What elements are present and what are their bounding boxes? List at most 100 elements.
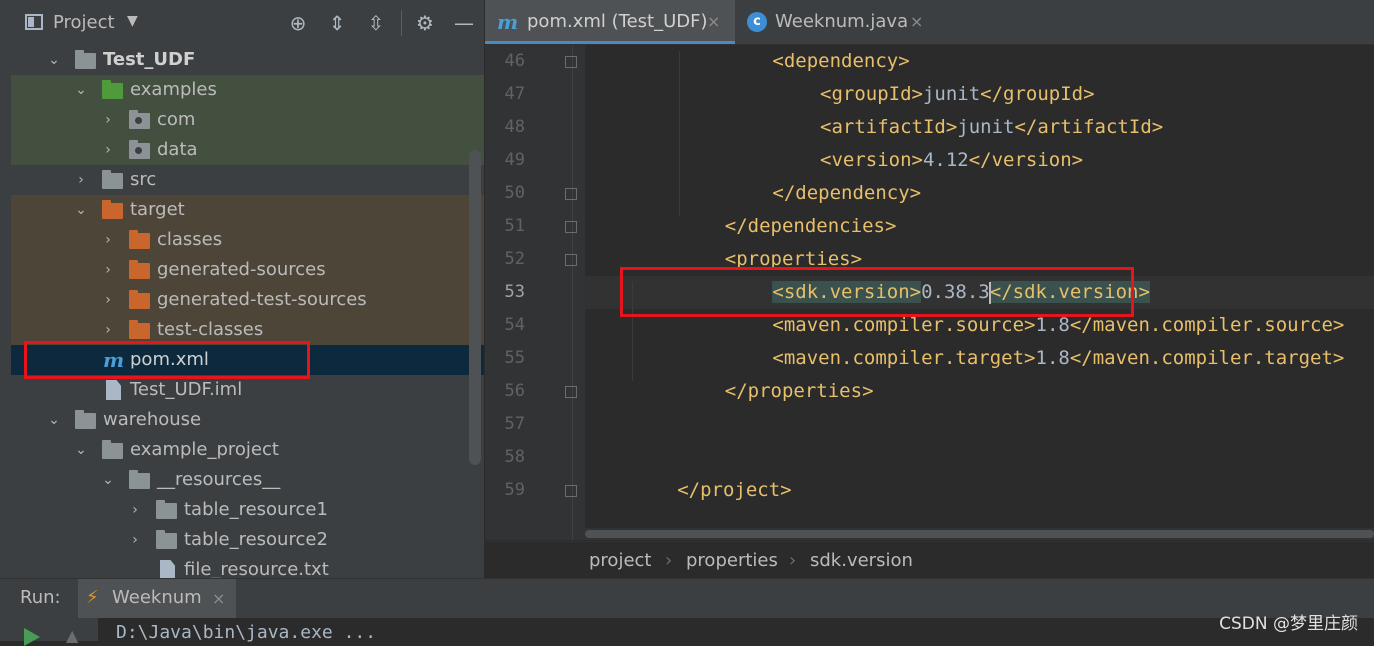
xml-tag: </groupId> <box>980 83 1095 105</box>
run-tab-label: Weeknum <box>112 587 202 608</box>
folder-icon <box>156 500 177 519</box>
tree-item-label: com <box>157 109 196 130</box>
tree-item-test-udf[interactable]: ⌄ Test_UDF <box>11 45 473 75</box>
tab-label: Weeknum.java <box>775 11 909 32</box>
tree-item-test-udf-iml[interactable]: Test_UDF.iml <box>11 375 473 405</box>
watermark: CSDN @梦里庄颜 <box>1219 614 1358 634</box>
close-icon[interactable]: × <box>707 0 720 44</box>
tree-item-file-resource[interactable]: file_resource.txt <box>11 555 473 578</box>
xml-tag: <maven.compiler.target> <box>772 347 1036 369</box>
tree-item-src[interactable]: › src <box>11 165 473 195</box>
tree-item-com[interactable]: › com <box>11 105 473 135</box>
indent-guide <box>679 51 681 216</box>
package-icon <box>129 110 150 129</box>
tree-item-generated-sources[interactable]: › generated-sources <box>11 255 473 285</box>
chevron-right-icon[interactable]: › <box>99 105 117 135</box>
xml-tag: <dependency> <box>772 50 910 72</box>
excluded-folder-icon <box>129 230 150 249</box>
folder-icon <box>102 170 123 189</box>
code-line: <groupId>junit</groupId> <box>820 83 1095 105</box>
run-tab-weeknum[interactable]: ⚡ Weeknum × <box>78 579 236 619</box>
annotation-box-pom <box>24 341 310 379</box>
tree-item-label: classes <box>157 229 223 250</box>
tree-item-data[interactable]: › data <box>11 135 473 165</box>
minimize-icon[interactable]: — <box>452 10 476 36</box>
chevron-down-icon[interactable]: ⌄ <box>99 465 117 495</box>
chevron-down-icon[interactable]: ⌄ <box>45 405 63 435</box>
close-icon[interactable]: × <box>212 589 225 608</box>
project-panel-title[interactable]: Project <box>53 12 115 33</box>
collapse-all-icon[interactable]: ⇳ <box>364 10 388 36</box>
xml-tag: </artifactId> <box>1014 116 1164 138</box>
tree-item-label: warehouse <box>103 409 202 430</box>
chevron-right-icon[interactable]: › <box>99 255 117 285</box>
close-icon[interactable]: × <box>910 0 923 44</box>
tab-weeknum-java[interactable]: Weeknum.java × <box>740 0 940 44</box>
chevron-right-icon[interactable]: › <box>126 495 144 525</box>
xml-tag: </properties> <box>724 380 874 402</box>
breadcrumb-item-project[interactable]: project <box>589 542 651 579</box>
folder-icon <box>156 530 177 549</box>
xml-tag: <version> <box>820 149 923 171</box>
tree-item-label: data <box>157 139 198 160</box>
tab-label: pom.xml (Test_UDF) <box>527 11 708 32</box>
tree-item-label: generated-sources <box>157 259 326 280</box>
tree-item-label: Test_UDF.iml <box>130 379 243 400</box>
chevron-down-icon[interactable]: ⌄ <box>72 435 90 465</box>
chevron-down-icon[interactable]: ▼ <box>127 13 138 29</box>
tab-pom-xml[interactable]: m pom.xml (Test_UDF) × <box>485 0 735 44</box>
chevron-right-icon[interactable]: › <box>126 525 144 555</box>
chevron-right-icon[interactable]: › <box>99 135 117 165</box>
chevron-down-icon[interactable]: ⌄ <box>72 75 90 105</box>
code-line: </properties> <box>725 380 874 402</box>
tree-item-example-project[interactable]: ⌄ example_project <box>11 435 473 465</box>
gear-icon[interactable]: ⚙ <box>413 10 437 36</box>
tree-item-generated-test-sources[interactable]: › generated-test-sources <box>11 285 473 315</box>
tree-item-label: __resources__ <box>157 469 281 490</box>
tree-item-label: table_resource2 <box>184 529 328 550</box>
chevron-right-icon[interactable]: › <box>99 285 117 315</box>
chevron-down-icon[interactable]: ⌄ <box>45 45 63 75</box>
excluded-folder-icon <box>129 320 150 339</box>
code-line: <version>4.12</version> <box>820 149 1083 171</box>
tree-item-label: example_project <box>130 439 279 460</box>
run-output-text: D:\Java\bin\java.exe ... <box>116 622 377 643</box>
target-icon[interactable]: ⊕ <box>286 10 310 36</box>
xml-tag: </dependencies> <box>724 215 897 237</box>
folder-icon <box>102 440 123 459</box>
breadcrumb-item-sdk-version[interactable]: sdk.version <box>810 542 913 579</box>
tree-item-classes[interactable]: › classes <box>11 225 473 255</box>
xml-text: 1.8 <box>1035 314 1070 336</box>
scrollbar-thumb[interactable] <box>585 530 1374 538</box>
folder-icon <box>129 470 150 489</box>
breadcrumb-separator: › <box>789 550 797 571</box>
tree-item-resources[interactable]: ⌄ __resources__ <box>11 465 473 495</box>
tree-item-table-resource2[interactable]: › table_resource2 <box>11 525 473 555</box>
arrow-up-icon[interactable]: ▲ <box>66 626 78 645</box>
run-output[interactable]: D:\Java\bin\java.exe ... <box>0 618 1374 643</box>
tree-item-target[interactable]: ⌄ target <box>11 195 473 225</box>
chevron-down-icon[interactable]: ⌄ <box>72 195 90 225</box>
project-panel: Project ▼ ⊕ ⇕ ⇳ ⚙ — ⌄ Test_UDF ⌄ example… <box>11 0 484 578</box>
project-panel-header: Project ▼ ⊕ ⇕ ⇳ ⚙ — <box>11 0 484 46</box>
tree-item-label: generated-test-sources <box>157 289 367 310</box>
chevron-right-icon[interactable]: › <box>99 225 117 255</box>
code-line: </dependencies> <box>725 215 897 237</box>
tree-item-warehouse[interactable]: ⌄ warehouse <box>11 405 473 435</box>
expand-all-icon[interactable]: ⇕ <box>325 10 349 36</box>
excluded-folder-icon <box>129 290 150 309</box>
breadcrumb-item-properties[interactable]: properties <box>686 542 778 579</box>
tree-item-table-resource1[interactable]: › table_resource1 <box>11 495 473 525</box>
play-icon[interactable] <box>24 628 40 646</box>
chevron-right-icon[interactable]: › <box>72 165 90 195</box>
project-scrollbar[interactable] <box>469 150 481 465</box>
horizontal-scrollbar[interactable] <box>585 528 1374 540</box>
annotation-box-sdk-version <box>620 267 1134 317</box>
tree-item-label: file_resource.txt <box>184 559 329 578</box>
toolbar-divider <box>401 10 402 36</box>
package-icon <box>129 140 150 159</box>
run-config-icon: ⚡ <box>86 587 99 608</box>
excluded-folder-icon <box>102 200 123 219</box>
xml-tag: </dependency> <box>772 182 922 204</box>
tree-item-examples[interactable]: ⌄ examples <box>11 75 473 105</box>
